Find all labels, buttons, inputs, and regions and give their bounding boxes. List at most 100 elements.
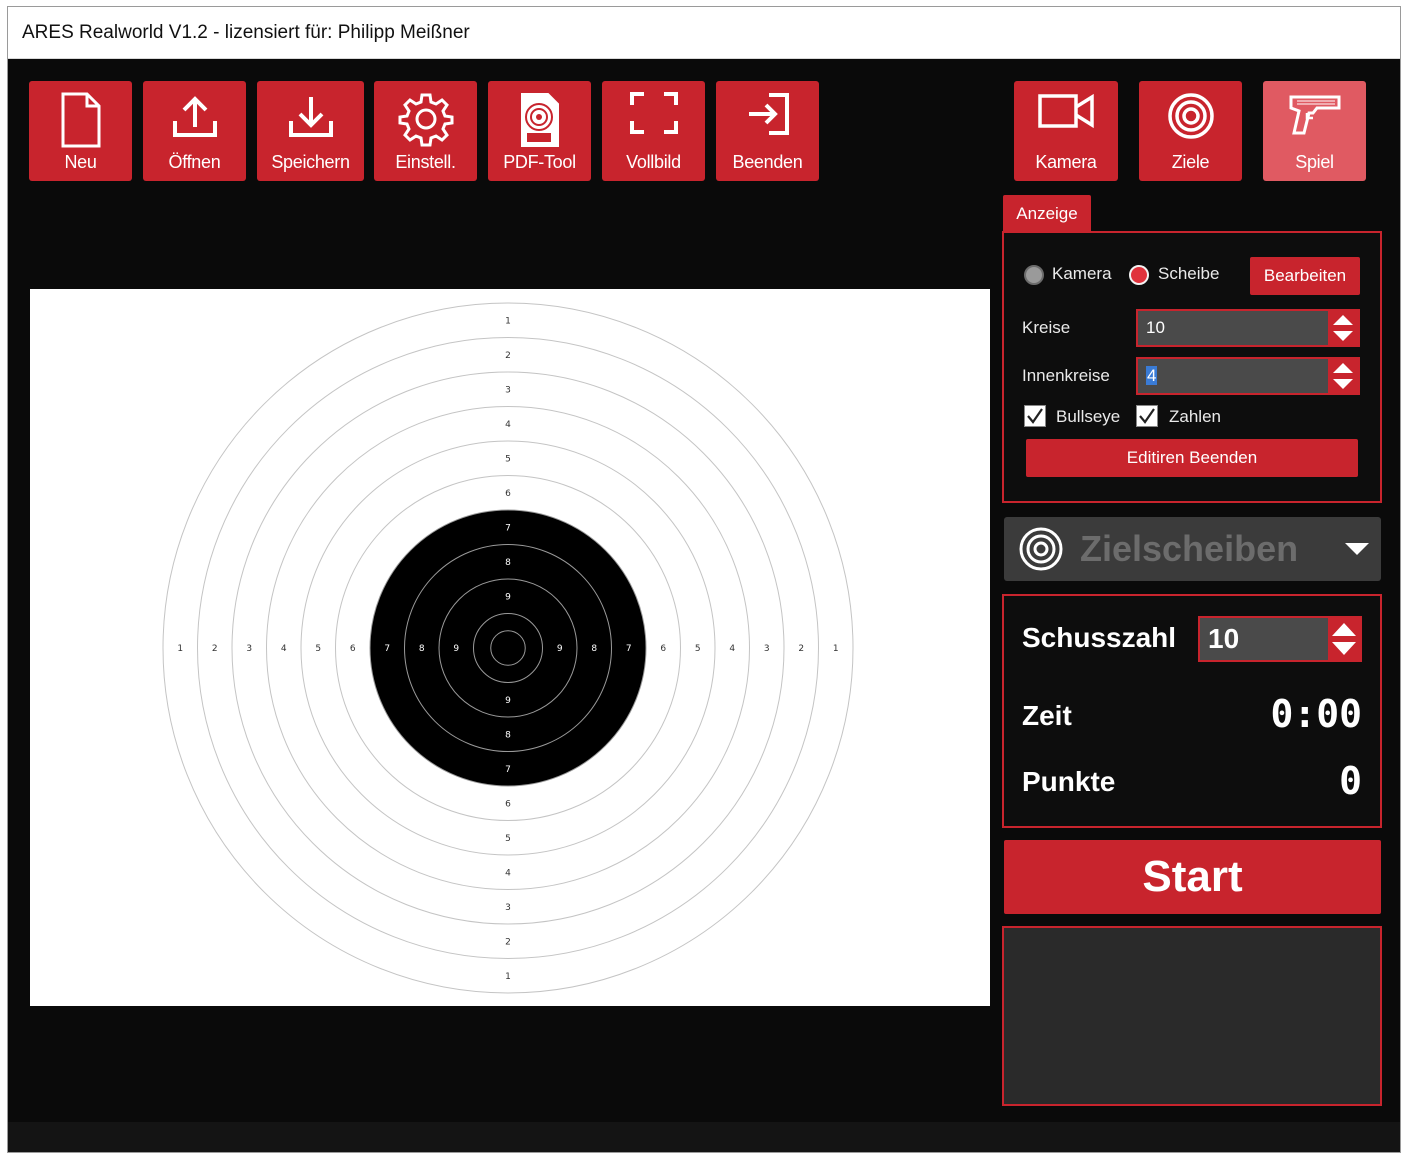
ring-number: 7: [505, 765, 511, 775]
pdf-tool-label: PDF-Tool: [503, 152, 576, 172]
innenkreise-spinbox[interactable]: 4: [1136, 357, 1360, 395]
target-icon: [1019, 527, 1063, 571]
scheibe-radio[interactable]: [1129, 265, 1149, 285]
einstell-button[interactable]: Einstell.: [374, 81, 477, 181]
pdf-tool-button[interactable]: PDF-Tool: [488, 81, 591, 181]
chevron-down-icon: [1345, 543, 1369, 555]
anzeige-panel: Kamera Scheibe Bearbeiten Kreise 10 Inne…: [1002, 231, 1382, 503]
ring-number: 9: [505, 696, 511, 706]
schusszahl-value: 10: [1208, 623, 1240, 654]
kreise-spinbox[interactable]: 10: [1136, 309, 1360, 347]
ring-number: 8: [505, 730, 511, 740]
tab-anzeige[interactable]: Anzeige: [1003, 195, 1091, 233]
schusszahl-label: Schusszahl: [1022, 622, 1177, 653]
punkte-label: Punkte: [1022, 766, 1116, 797]
oeffnen-button[interactable]: Öffnen: [143, 81, 246, 181]
zeit-value: 0:00: [1270, 692, 1362, 736]
target-black-area: [370, 510, 646, 786]
ring-number: 3: [505, 903, 511, 913]
kreise-label: Kreise: [1022, 318, 1071, 337]
ring-number: 8: [419, 644, 425, 654]
schusszahl-spinbox[interactable]: 10: [1198, 616, 1362, 662]
shooting-target: 1 1 1 1 2 2 2 2 3 3 3 3 4 4 4 4 5 5 5 5 6 6 6 6 7 7 7 7 8 8 8 8 9 9 9 9: [162, 302, 854, 994]
ring-number: 2: [798, 644, 804, 654]
ring-number: 1: [505, 316, 511, 326]
ring-number: 5: [315, 644, 321, 654]
target-sheet[interactable]: 1 1 1 1 2 2 2 2 3 3 3 3 4 4 4 4 5 5 5 5 6 6 6 6 7 7 7 7 8 8 8 8 9 9 9 9: [30, 289, 990, 1006]
ring-number: 2: [212, 644, 218, 654]
pdf-target-icon: [520, 93, 559, 147]
spiel-mode-label: Spiel: [1295, 152, 1334, 172]
kamera-mode-button[interactable]: Kamera: [1014, 81, 1118, 181]
ring-number: 1: [505, 972, 511, 982]
kamera-radio[interactable]: [1024, 265, 1044, 285]
ring-number: 4: [729, 644, 735, 654]
editiren-beenden-button[interactable]: Editiren Beenden: [1026, 439, 1358, 477]
fullscreen-icon: [629, 92, 678, 134]
bearbeiten-button[interactable]: Bearbeiten: [1250, 257, 1360, 295]
ring-number: 3: [764, 644, 770, 654]
ring-number: 6: [505, 799, 511, 809]
beenden-button[interactable]: Beenden: [716, 81, 819, 181]
spin-arrows-icon: [1333, 315, 1353, 341]
spiel-mode-button[interactable]: Spiel: [1263, 81, 1366, 181]
kamera-radio-label: Kamera: [1052, 264, 1112, 283]
kamera-mode-label: Kamera: [1035, 152, 1097, 172]
upload-icon: [172, 96, 217, 137]
oeffnen-label: Öffnen: [168, 152, 221, 172]
video-camera-icon: [1038, 93, 1094, 129]
innenkreise-label: Innenkreise: [1022, 366, 1110, 385]
ring-number: 5: [695, 644, 701, 654]
ring-number: 3: [505, 385, 511, 395]
ziele-mode-button[interactable]: Ziele: [1139, 81, 1242, 181]
ring-number: 3: [246, 644, 252, 654]
window-title: ARES Realworld V1.2 - lizensiert für: Ph…: [8, 7, 1400, 59]
target-icon: [1167, 93, 1214, 139]
bullseye-checkbox[interactable]: [1024, 405, 1046, 427]
ring-number: 5: [505, 454, 511, 464]
innenkreise-value: 4: [1146, 366, 1158, 385]
zeit-label: Zeit: [1022, 700, 1072, 731]
beenden-label: Beenden: [732, 152, 803, 172]
ring-number: 7: [505, 523, 511, 533]
zielscheiben-dropdown[interactable]: Zielscheiben: [1004, 517, 1381, 581]
speichern-button[interactable]: Speichern: [257, 81, 364, 181]
ring-number: 9: [505, 592, 511, 602]
checkmark-icon: [1139, 408, 1155, 424]
ring-number: 4: [505, 868, 511, 878]
ring-number: 9: [557, 644, 563, 654]
checkmark-icon: [1027, 408, 1043, 424]
new-file-icon: [61, 92, 100, 148]
ring-number: 2: [505, 351, 511, 361]
ziele-mode-label: Ziele: [1171, 152, 1210, 172]
ring-number: 1: [177, 644, 183, 654]
neu-label: Neu: [64, 152, 97, 172]
pistol-icon: [1289, 95, 1340, 135]
kreise-value: 10: [1146, 318, 1165, 337]
schusszahl-stepper[interactable]: [1328, 618, 1360, 660]
start-button[interactable]: Start: [1004, 840, 1381, 914]
einstell-label: Einstell.: [395, 152, 456, 172]
ring-number: 6: [350, 644, 356, 654]
ring-number: 8: [591, 644, 597, 654]
gear-icon: [398, 93, 453, 147]
punkte-value: 0: [1339, 759, 1362, 803]
status-strip: [8, 1122, 1400, 1152]
zahlen-checkbox[interactable]: [1136, 405, 1158, 427]
ring-number: 4: [505, 420, 511, 430]
neu-button[interactable]: Neu: [29, 81, 132, 181]
innenkreise-stepper[interactable]: [1328, 359, 1358, 393]
ring-number: 6: [505, 489, 511, 499]
kreise-stepper[interactable]: [1328, 311, 1358, 345]
score-panel: Schusszahl 10 Zeit 0:00 Punkte 0: [1002, 594, 1382, 828]
download-icon: [288, 97, 333, 137]
ring-number: 7: [626, 644, 632, 654]
spin-arrows-icon: [1333, 363, 1353, 389]
vollbild-button[interactable]: Vollbild: [602, 81, 705, 181]
bullseye-label: Bullseye: [1056, 407, 1121, 426]
speichern-label: Speichern: [271, 152, 350, 172]
app-window: ARES Realworld V1.2 - lizensiert für: Ph…: [7, 6, 1401, 1153]
ring-number: 7: [384, 644, 390, 654]
log-area: [1002, 926, 1382, 1106]
ring-number: 1: [833, 644, 839, 654]
